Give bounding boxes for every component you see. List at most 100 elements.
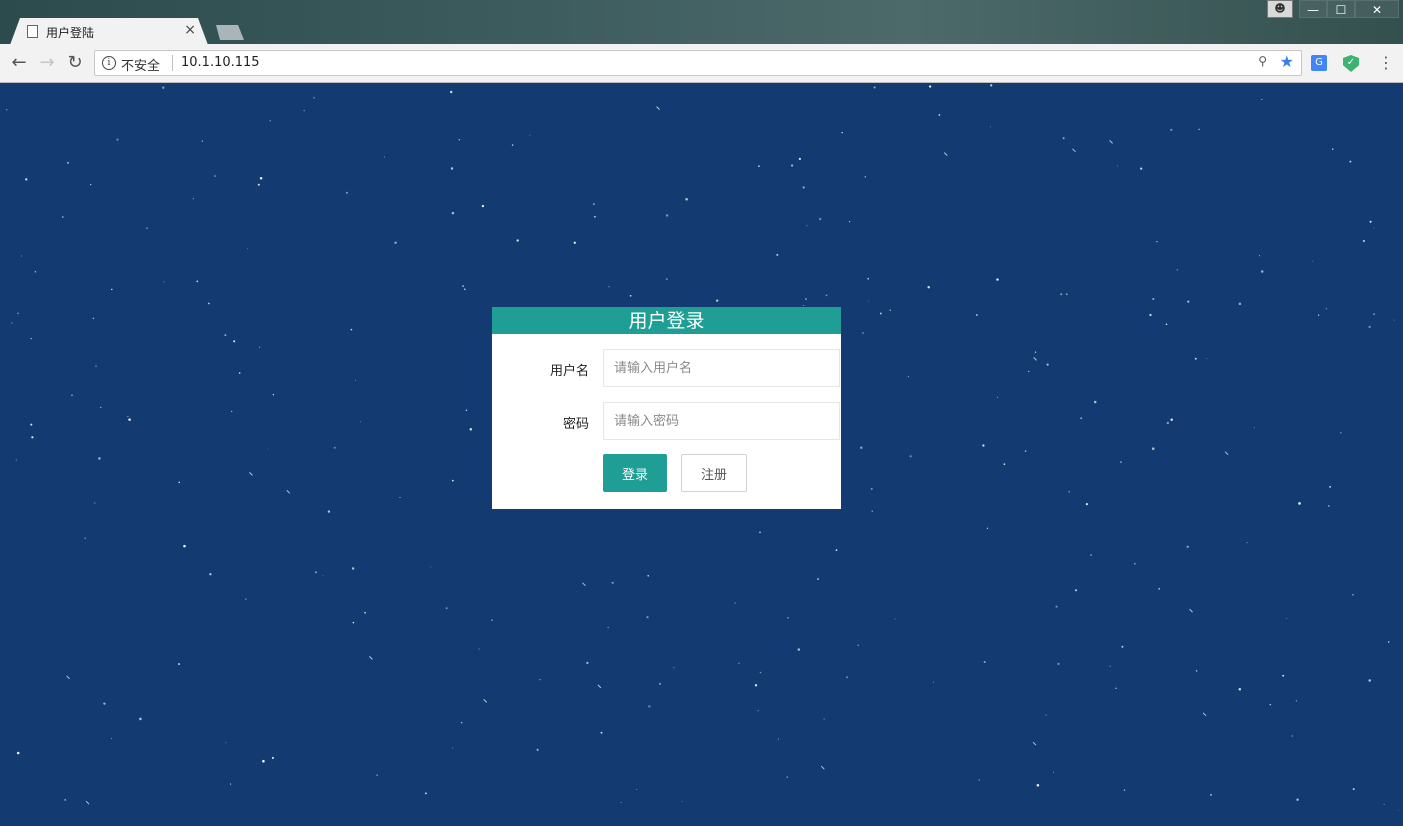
new-tab-button[interactable]: [216, 25, 244, 40]
star-dot: [608, 286, 610, 288]
star-dot: [15, 459, 17, 461]
tab-title: 用户登陆: [46, 26, 95, 40]
register-button[interactable]: 注册: [681, 454, 747, 492]
star-dot: [100, 406, 102, 409]
star-dot: [1317, 314, 1320, 316]
star-dot: [1151, 447, 1155, 450]
star-dot: [230, 783, 232, 785]
star-dot: [1349, 160, 1352, 163]
star-dot: [1055, 605, 1058, 608]
star-dot: [327, 510, 331, 513]
star-dot: [452, 747, 454, 749]
back-button[interactable]: ←: [9, 53, 29, 73]
password-label: 密码: [562, 417, 589, 432]
star-dot: [478, 648, 480, 650]
star-dot: [1176, 269, 1179, 271]
star-dot: [30, 423, 33, 426]
star-dot: [529, 134, 531, 136]
star-dot: [1291, 735, 1293, 737]
username-row: 用户名: [492, 349, 841, 387]
star-dot: [92, 317, 95, 320]
url-text[interactable]: 10.1.10.115: [181, 55, 260, 70]
star-dot: [25, 178, 28, 181]
star-dot: [990, 84, 993, 87]
star-dot: [462, 285, 465, 288]
star-dot: [665, 278, 668, 281]
star-dot: [573, 241, 576, 244]
star-dot: [303, 110, 305, 112]
star-dot: [346, 191, 348, 194]
forward-button[interactable]: →: [37, 53, 57, 73]
star-streak: [369, 656, 373, 660]
star-dot: [1368, 325, 1371, 329]
star-dot: [364, 612, 366, 614]
star-streak: [66, 675, 70, 680]
star-dot: [399, 496, 401, 499]
tab-close-icon[interactable]: ×: [184, 22, 196, 38]
divider: [172, 55, 173, 71]
google-translate-icon[interactable]: G: [1311, 55, 1327, 71]
star-dot: [34, 270, 37, 273]
shield-extension-icon[interactable]: ✓: [1343, 55, 1359, 72]
star-dot: [864, 176, 866, 178]
star-dot: [665, 214, 669, 217]
star-streak: [249, 472, 253, 476]
star-dot: [857, 644, 859, 646]
star-streak: [1189, 608, 1193, 613]
star-dot: [738, 662, 740, 664]
star-dot: [1080, 417, 1083, 420]
star-dot: [451, 479, 454, 482]
star-dot: [1258, 255, 1261, 257]
key-icon[interactable]: ⚲: [1258, 54, 1267, 68]
star-dot: [867, 277, 870, 280]
star-dot: [620, 802, 622, 803]
star-dot: [450, 90, 453, 94]
star-dot: [1194, 357, 1197, 360]
star-icon[interactable]: ★: [1280, 52, 1294, 71]
security-label[interactable]: 不安全: [121, 55, 160, 74]
star-dot: [1134, 562, 1136, 565]
star-dot: [1332, 148, 1334, 150]
star-dot: [1140, 167, 1143, 170]
browser-tab[interactable]: 用户登陆 ×: [10, 18, 208, 45]
star-dot: [1260, 270, 1264, 273]
star-dot: [394, 241, 397, 245]
star-dot: [17, 312, 19, 315]
star-dot: [1121, 645, 1124, 648]
profile-icon[interactable]: ☻: [1267, 0, 1293, 18]
star-dot: [1362, 239, 1365, 243]
star-dot: [1298, 502, 1301, 505]
address-bar[interactable]: i 不安全 10.1.10.115 ⚲ ★: [94, 50, 1302, 76]
star-dot: [1210, 793, 1212, 796]
star-dot: [178, 663, 180, 665]
star-dot: [1068, 490, 1071, 493]
star-dot: [445, 607, 448, 610]
star-dot: [94, 502, 96, 504]
info-icon[interactable]: i: [102, 56, 116, 70]
star-dot: [1149, 313, 1152, 317]
star-dot: [1036, 784, 1040, 787]
arrow-right-icon: →: [39, 52, 55, 73]
minimize-button[interactable]: —: [1299, 0, 1327, 18]
reload-button[interactable]: ↻: [65, 53, 85, 73]
star-dot: [1246, 542, 1248, 544]
star-dot: [1170, 418, 1173, 421]
star-dot: [716, 299, 719, 302]
star-dot: [208, 302, 210, 305]
star-dot: [333, 446, 336, 449]
kebab-menu-icon[interactable]: ⋮: [1378, 53, 1394, 72]
login-button[interactable]: 登录: [603, 454, 667, 492]
star-streak: [483, 699, 488, 703]
star-dot: [201, 140, 204, 142]
star-dot: [192, 198, 194, 200]
maximize-button[interactable]: ☐: [1327, 0, 1355, 18]
star-dot: [262, 759, 265, 763]
star-dot: [1282, 674, 1285, 677]
username-input[interactable]: [603, 349, 840, 387]
close-window-button[interactable]: ✕: [1355, 0, 1399, 18]
star-dot: [841, 131, 843, 134]
star-dot: [1074, 589, 1078, 592]
star-dot: [1090, 554, 1092, 556]
star-dot: [1352, 788, 1355, 791]
password-input[interactable]: [603, 402, 840, 440]
